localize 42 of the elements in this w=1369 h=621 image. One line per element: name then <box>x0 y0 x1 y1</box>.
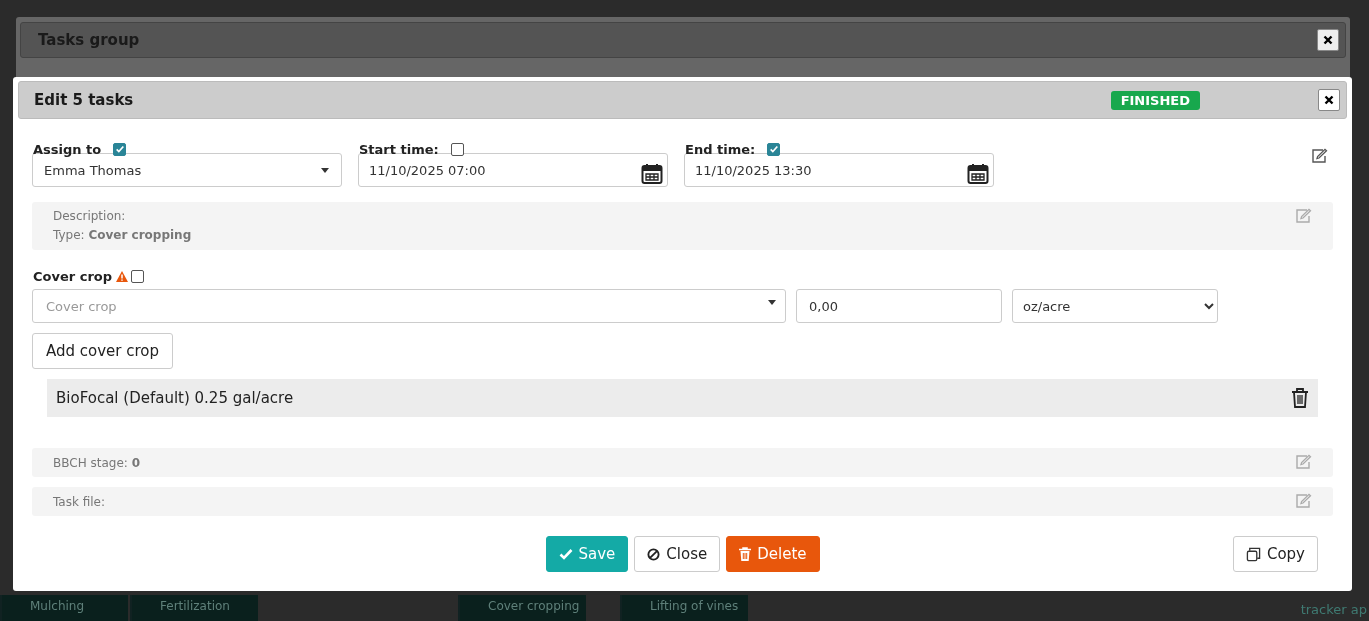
add-cover-crop-button[interactable]: Add cover crop <box>32 333 174 369</box>
ban-icon <box>647 547 661 561</box>
background-text: tracker ap <box>1300 601 1367 619</box>
bbch-text: BBCH stage: 0 <box>53 455 140 470</box>
copy-button[interactable]: Copy <box>1232 536 1318 572</box>
task-file-label: Task file: <box>53 494 106 509</box>
task-tile: Lifting of vines <box>620 595 748 621</box>
field-label: Cover crop <box>33 268 113 284</box>
copy-icon <box>1245 546 1261 562</box>
dialog-title: Tasks group <box>38 31 140 49</box>
date-time-field[interactable]: 11/10/2025 13:30 <box>684 153 994 187</box>
cover-crop-select[interactable]: Cover crop <box>32 289 786 323</box>
status-badge: FINISHED <box>1110 90 1200 110</box>
type-text: Type: Cover cropping <box>53 227 192 244</box>
calendar-icon[interactable] <box>967 163 989 185</box>
unit-select[interactable]: oz/acre <box>1012 289 1218 323</box>
trash-icon <box>739 547 752 561</box>
check-icon <box>558 548 573 560</box>
checkbox[interactable] <box>131 269 145 283</box>
checkbox[interactable] <box>450 142 464 156</box>
cover-crop-text: BioFocal (Default) 0.25 gal/acre <box>56 389 294 407</box>
close-button[interactable] <box>1317 29 1339 51</box>
warning-icon <box>116 270 129 282</box>
amount-input[interactable]: 0,00 <box>796 289 1002 323</box>
caret-icon <box>321 167 329 173</box>
close-icon <box>1324 95 1334 105</box>
close-icon <box>1323 35 1333 45</box>
checkbox[interactable] <box>767 142 781 156</box>
task-tile: Mulching <box>0 595 128 621</box>
checkbox[interactable] <box>113 142 127 156</box>
task-tile: Cover cropping <box>458 595 586 621</box>
delete-button[interactable]: Delete <box>726 536 820 572</box>
calendar-icon[interactable] <box>641 163 663 185</box>
close-button[interactable]: Close <box>634 536 721 572</box>
date-time-field[interactable]: 11/10/2025 07:00 <box>358 153 668 187</box>
trash-icon[interactable] <box>1291 387 1309 409</box>
caret-icon <box>768 300 776 305</box>
description-label: Description: <box>53 208 126 225</box>
task-tile: Fertilization <box>130 595 258 621</box>
close-button[interactable] <box>1318 89 1340 111</box>
dialog-title: Edit 5 tasks <box>34 91 135 109</box>
edit-icon[interactable] <box>1311 148 1329 164</box>
